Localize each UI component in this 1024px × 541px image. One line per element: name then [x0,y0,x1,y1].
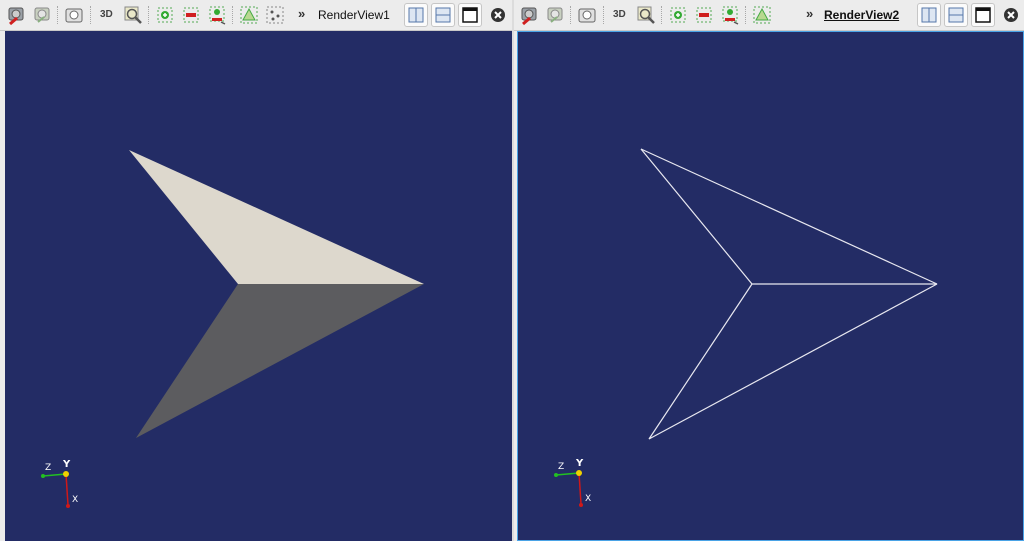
maximize-icon[interactable] [458,3,482,27]
toolbar-separator [57,6,59,24]
maximize-icon[interactable] [971,3,995,27]
axis-y-label: Y [576,458,584,469]
rotate-plus-x-icon[interactable] [154,4,176,26]
zoom-to-data-icon[interactable] [122,4,144,26]
toggle-3d-button[interactable]: 3D [613,9,626,20]
axis-x-label: X [72,495,79,505]
toolbar-overflow-button[interactable]: » [806,6,813,21]
zoom-to-box-icon[interactable] [719,4,741,26]
toolbar-overflow-button[interactable]: » [298,6,305,21]
interactive-select-icon[interactable] [751,4,773,26]
select-points-icon[interactable] [264,4,286,26]
render-view-pane-1: 3D » RenderView1 Y Z X [0,0,512,541]
rotate-minus-x-icon[interactable] [693,4,715,26]
axis-z-label: Z [45,463,52,473]
arrow-lower-face [136,284,424,438]
wireframe-outline [640,148,938,440]
view-title: RenderView1 [318,8,390,22]
rotate-minus-x-icon[interactable] [180,4,202,26]
wireframe-edge-top [640,148,938,285]
zoom-to-data-icon[interactable] [635,4,657,26]
view-title: RenderView2 [824,8,900,22]
orientation-axes: Y Z X [33,459,83,515]
toolbar-separator [603,6,605,24]
render-viewport-2[interactable]: Y Z X [517,31,1024,541]
axis-x-label: X [585,494,592,504]
close-icon[interactable] [1000,4,1022,26]
axis-y-label: Y [63,459,71,470]
split-vertical-icon[interactable] [431,3,455,27]
toolbar-separator [148,6,150,24]
zoom-to-box-icon[interactable] [206,4,228,26]
reset-camera-closest-icon[interactable] [31,4,53,26]
orientation-axes: Y Z X [546,458,596,514]
toggle-3d-button[interactable]: 3D [100,9,113,20]
interactive-select-icon[interactable] [238,4,260,26]
split-vertical-icon[interactable] [944,3,968,27]
view-toolbar-2: 3D » RenderView2 [514,0,1024,31]
capture-screenshot-icon[interactable] [63,4,85,26]
close-icon[interactable] [487,4,509,26]
reset-camera-closest-icon[interactable] [544,4,566,26]
render-view-pane-2: 3D » RenderView2 Y Z X [514,0,1024,541]
toolbar-separator [745,6,747,24]
reset-camera-icon[interactable] [518,4,540,26]
toolbar-separator [90,6,92,24]
view-toolbar-1: 3D » RenderView1 [0,0,512,31]
axis-z-label: Z [558,462,565,472]
toolbar-separator [661,6,663,24]
toolbar-separator [570,6,572,24]
split-horizontal-icon[interactable] [404,3,428,27]
reset-camera-icon[interactable] [5,4,27,26]
render-viewport-1[interactable]: Y Z X [5,31,512,541]
capture-screenshot-icon[interactable] [576,4,598,26]
toolbar-separator [232,6,234,24]
arrow-upper-face [129,150,424,284]
split-horizontal-icon[interactable] [917,3,941,27]
rotate-plus-x-icon[interactable] [667,4,689,26]
